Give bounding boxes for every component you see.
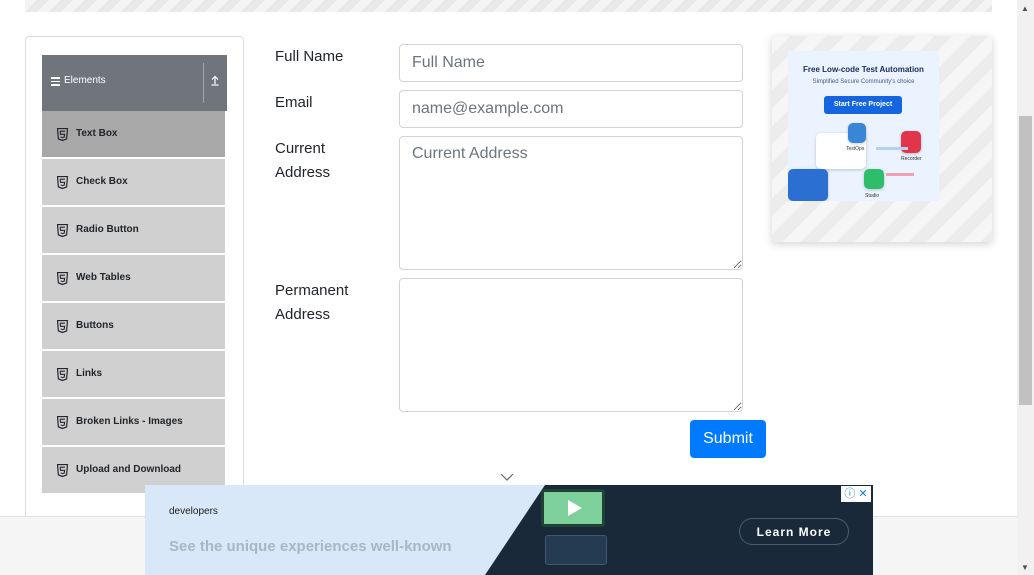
side-ad-title: Free Low-code Test Automation xyxy=(803,65,924,74)
current-address-label-line1: Current xyxy=(275,140,326,157)
permanent-address-label-line1: Permanent xyxy=(275,282,349,299)
full-name-label: Full Name xyxy=(275,48,344,65)
html5-icon xyxy=(57,224,68,237)
side-advertisement[interactable]: Free Low-code Test Automation Simplified… xyxy=(772,36,992,242)
sidebar-item-label: Links xyxy=(76,368,103,379)
html5-icon xyxy=(57,272,68,285)
sidebar-item-label: Text Box xyxy=(76,128,118,139)
side-ad-cta-button[interactable]: Start Free Project xyxy=(824,96,902,114)
scroll-up-icon[interactable]: ▲ xyxy=(1021,4,1029,13)
html5-icon xyxy=(57,416,68,429)
bottom-advertisement[interactable]: developers See the unique experiences we… xyxy=(145,485,873,575)
sidebar-item-label: Web Tables xyxy=(76,272,131,283)
sidebar-group-title: Elements xyxy=(64,75,106,86)
side-ad-subtitle: Simplified Secure Community's choice xyxy=(812,79,915,85)
page-scrollbar[interactable]: ▲ ▼ xyxy=(1017,0,1034,575)
sidebar-item-text-box[interactable]: Text Box xyxy=(42,111,225,159)
current-address-label-line2: Address xyxy=(275,164,331,181)
hamburger-icon xyxy=(51,77,60,86)
sidebar-menu: Text Box Check Box Radio Button Web Tables B… xyxy=(42,111,225,495)
side-ad-tag: Recorder xyxy=(901,156,922,162)
decor-line xyxy=(886,173,914,176)
side-ad-creative[interactable]: Free Low-code Test Automation Simplified… xyxy=(788,51,939,201)
sidebar-item-links[interactable]: Links xyxy=(42,351,225,399)
sidebar-item-buttons[interactable]: Buttons xyxy=(42,303,225,351)
sidebar-item-label: Upload and Download xyxy=(76,464,181,475)
html5-icon xyxy=(57,176,68,189)
sidebar-item-broken-links-images[interactable]: Broken Links - Images xyxy=(42,399,225,447)
sidebar-group-header-elements[interactable]: Elements xyxy=(42,55,227,111)
ad-choices-close-icon[interactable]: ⓘ ✕ xyxy=(841,486,871,502)
decor-line xyxy=(876,147,908,150)
bottom-ad-brand: developers xyxy=(169,506,218,517)
bottom-ad-illustration-panel xyxy=(545,535,607,565)
bottom-ad-tagline: See the unique experiences well-known xyxy=(169,538,452,555)
side-ad-tag: TestOps xyxy=(846,146,865,152)
robot-hand-illustration xyxy=(788,169,828,201)
sidebar-item-web-tables[interactable]: Web Tables xyxy=(42,255,225,303)
header-divider xyxy=(203,63,204,103)
current-address-label: Current Address xyxy=(275,137,330,185)
learn-more-button[interactable]: Learn More xyxy=(739,518,849,545)
sidebar-item-label: Radio Button xyxy=(76,224,139,235)
testops-logo-icon xyxy=(848,123,866,143)
html5-icon xyxy=(57,128,68,141)
permanent-address-label: Permanent Address xyxy=(275,279,348,327)
html5-icon xyxy=(57,464,68,477)
scroll-thumb[interactable] xyxy=(1019,116,1032,405)
sidebar-item-radio-button[interactable]: Radio Button xyxy=(42,207,225,255)
top-banner-strip xyxy=(25,0,992,12)
play-video-icon xyxy=(541,489,605,527)
chevron-down-icon[interactable] xyxy=(500,472,514,482)
submit-button[interactable]: Submit xyxy=(690,420,766,458)
permanent-address-label-line2: Address xyxy=(275,306,331,323)
scroll-down-icon[interactable]: ▼ xyxy=(1021,563,1029,572)
page: Elements Text Box Check Box Radio Button We… xyxy=(0,0,1034,575)
current-address-textarea[interactable] xyxy=(399,136,743,270)
email-input[interactable] xyxy=(399,90,743,128)
full-name-input[interactable] xyxy=(399,44,743,82)
side-ad-tag: Studio xyxy=(865,193,880,199)
studio-logo-icon xyxy=(864,169,884,189)
sidebar-item-check-box[interactable]: Check Box xyxy=(42,159,225,207)
collapse-arrow-icon[interactable] xyxy=(208,74,222,90)
html5-icon xyxy=(57,368,68,381)
email-label: Email xyxy=(275,94,313,111)
html5-icon xyxy=(57,320,68,333)
permanent-address-textarea[interactable] xyxy=(399,278,743,412)
sidebar-item-label: Broken Links - Images xyxy=(76,416,183,427)
sidebar-item-label: Check Box xyxy=(76,176,128,187)
sidebar-item-label: Buttons xyxy=(76,320,114,331)
